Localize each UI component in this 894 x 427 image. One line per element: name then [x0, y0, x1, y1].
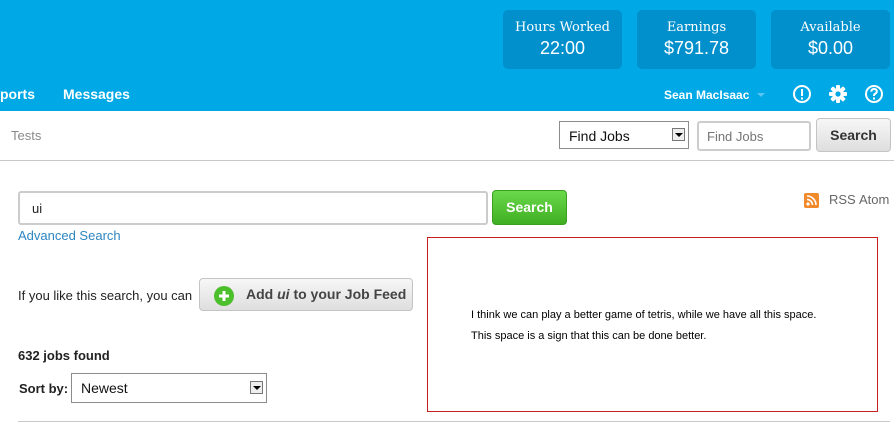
help-icon[interactable]: [864, 84, 884, 104]
rss-link[interactable]: RSS: [829, 192, 856, 207]
feed-suffix: to your Job Feed: [293, 286, 407, 302]
add-to-job-feed-button[interactable]: Add ui to your Job Feed: [199, 278, 413, 311]
annotation-box: [427, 237, 878, 412]
advanced-search-link[interactable]: Advanced Search: [18, 228, 121, 243]
chevron-down-icon[interactable]: [757, 93, 765, 97]
find-type-select[interactable]: Find Jobs: [559, 121, 689, 149]
earnings-label: Earnings: [666, 20, 727, 35]
nav-reports[interactable]: ports: [0, 86, 35, 102]
divider: [18, 421, 890, 422]
available-label: Available: [800, 20, 861, 35]
job-search-button[interactable]: Search: [492, 190, 567, 225]
sort-label: Sort by:: [19, 381, 69, 396]
earnings-value: $791.78: [663, 38, 730, 58]
atom-link[interactable]: Atom: [859, 192, 889, 207]
annotation-line-2: This space is a sign that this can be do…: [471, 330, 707, 342]
add-icon: [214, 286, 234, 306]
job-search-value: ui: [32, 201, 43, 216]
available-stat[interactable]: Available $0.00: [771, 10, 890, 69]
available-value: $0.00: [807, 38, 854, 58]
find-type-value: Find Jobs: [569, 128, 630, 144]
header-search-button[interactable]: Search: [816, 118, 891, 152]
hours-worked-stat[interactable]: Hours Worked 22:00: [503, 10, 622, 69]
earnings-stat[interactable]: Earnings $791.78: [637, 10, 756, 69]
sort-select[interactable]: Newest: [71, 373, 267, 403]
hours-worked-label: Hours Worked: [515, 20, 610, 35]
job-search-input[interactable]: ui: [18, 191, 488, 225]
nav-tests[interactable]: Tests: [11, 128, 41, 143]
gear-icon[interactable]: [828, 84, 848, 104]
hours-worked-value: 22:00: [539, 38, 586, 58]
dropdown-arrow-icon: [250, 381, 263, 394]
feed-add-word: Add: [246, 286, 274, 302]
feed-search-term: ui: [277, 286, 290, 302]
rss-icon[interactable]: [804, 193, 819, 208]
user-menu[interactable]: Sean MacIsaac: [664, 88, 749, 102]
nav-messages[interactable]: Messages: [63, 86, 130, 102]
job-feed-prompt: If you like this search, you can: [18, 288, 193, 303]
header-search-input[interactable]: [697, 121, 811, 151]
jobs-found-count: 632 jobs found: [18, 348, 110, 363]
alert-icon[interactable]: [792, 84, 812, 104]
dropdown-arrow-icon: [672, 128, 685, 141]
annotation-line-1: I think we can play a better game of tet…: [471, 309, 817, 321]
sort-value: Newest: [81, 380, 128, 396]
